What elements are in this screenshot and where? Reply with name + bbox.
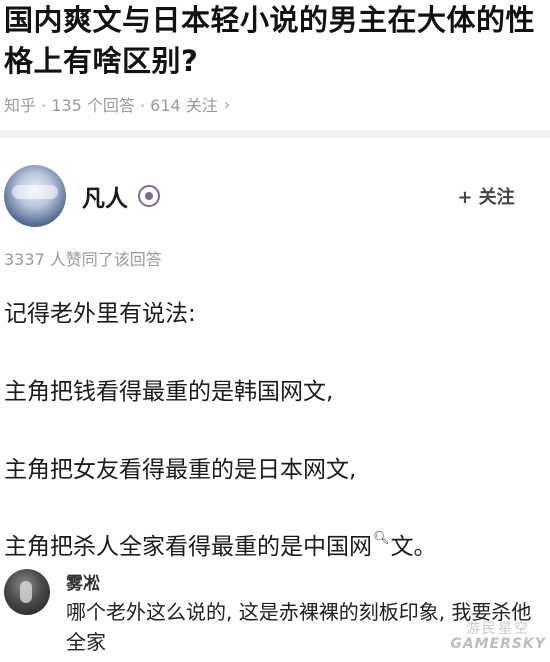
answer-text: 主角把杀人全家看得最重的是中国网 <box>4 534 372 560</box>
search-icon[interactable]: 🔍︎ <box>373 531 390 546</box>
follow-button[interactable]: + 关注 <box>434 174 538 218</box>
question-header: 国内爽文与日本轻小说的男主在大体的性格上有啥区别? 知乎 · 135 个回答 ·… <box>4 0 544 116</box>
commenter-name[interactable]: 雾凇 <box>66 569 100 594</box>
watermark-logo: 游民星空 GAMERSKY <box>450 618 546 658</box>
follow-button-label: + 关注 <box>457 187 515 208</box>
question-meta-text: 知乎 · 135 个回答 · 614 关注 <box>4 96 218 115</box>
watermark-top: 游民星空 <box>466 621 530 637</box>
section-divider <box>0 130 550 138</box>
commenter-avatar[interactable] <box>4 569 50 615</box>
author-row: 凡人 + 关注 <box>4 163 544 229</box>
author-avatar[interactable] <box>4 165 66 227</box>
answer-paragraph: 主角把钱看得最重的是韩国网文, <box>4 379 334 405</box>
question-meta[interactable]: 知乎 · 135 个回答 · 614 关注 › <box>4 92 544 116</box>
author-name[interactable]: 凡人 <box>82 179 128 213</box>
question-title[interactable]: 国内爽文与日本轻小说的男主在大体的性格上有啥区别? <box>4 0 544 82</box>
upvote-count: 3337 人赞同了该回答 <box>4 250 162 269</box>
watermark-main: GAMERSKY <box>450 636 546 652</box>
chevron-right-icon: › <box>223 94 231 114</box>
answer-paragraph: 主角把女友看得最重的是日本网文, <box>4 457 357 483</box>
answer-paragraph: 记得老外里有说法: <box>4 301 196 327</box>
answer-text: 文。 <box>390 534 437 560</box>
badge-icon <box>138 185 160 207</box>
answer-paragraph: 主角把杀人全家看得最重的是中国网🔍︎文。 <box>4 527 437 561</box>
